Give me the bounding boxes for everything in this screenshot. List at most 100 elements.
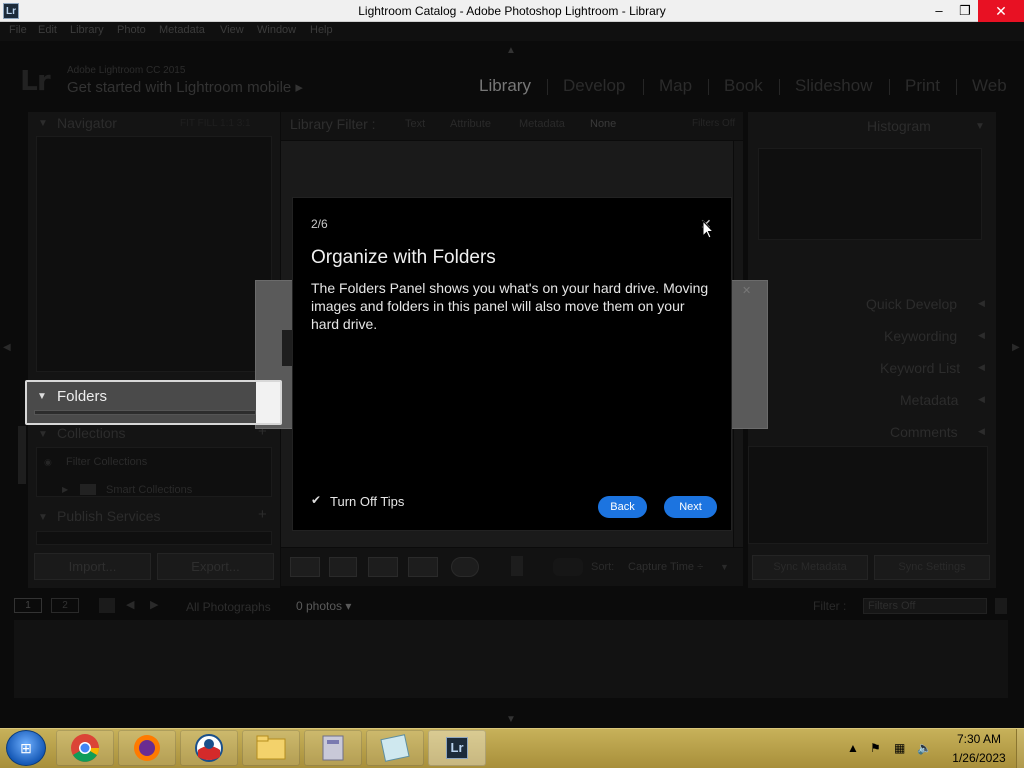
filters-off-toggle[interactable]: Filters Off — [692, 118, 735, 129]
smart-collections-item[interactable]: Smart Collections — [106, 484, 192, 496]
histogram-header[interactable]: Histogram — [867, 118, 931, 134]
menu-edit[interactable]: Edit — [38, 24, 57, 40]
right-panel-toggle-icon[interactable]: ▶ — [1012, 342, 1020, 353]
publish-services-list — [36, 531, 272, 545]
keyword-list-header[interactable]: Keyword List — [880, 360, 960, 376]
menu-view[interactable]: View — [220, 24, 244, 40]
toolbar-menu-icon[interactable]: ▼ — [720, 562, 729, 572]
filter-attribute-tab[interactable]: Attribute — [450, 118, 491, 130]
filter-none-tab[interactable]: None — [590, 118, 616, 130]
source-label[interactable]: All Photographs — [186, 600, 271, 614]
collapse-triangle-icon[interactable]: ▼ — [37, 391, 47, 402]
left-panel-toggle-icon[interactable]: ◀ — [3, 342, 11, 353]
expand-triangle-icon[interactable]: ◀ — [978, 298, 985, 309]
folders-header[interactable]: Folders — [57, 388, 107, 405]
expand-triangle-icon[interactable]: ▶ — [62, 485, 68, 494]
action-center-flag-icon[interactable]: ⚑ — [870, 741, 881, 755]
menu-photo[interactable]: Photo — [117, 24, 146, 40]
expand-triangle-icon[interactable]: ◀ — [978, 394, 985, 405]
collapse-triangle-icon[interactable]: ▼ — [38, 512, 48, 523]
people-view-icon[interactable] — [451, 557, 479, 577]
sort-select[interactable]: Capture Time ÷ — [628, 561, 703, 573]
menu-help[interactable]: Help — [310, 24, 333, 40]
window-title: Lightroom Catalog - Adobe Photoshop Ligh… — [358, 4, 666, 18]
menu-window[interactable]: Window — [257, 24, 296, 40]
mobile-promo-link[interactable]: Get started with Lightroom mobile ▸ — [67, 78, 303, 96]
module-map[interactable]: Map — [659, 76, 692, 96]
menu-library[interactable]: Library — [70, 24, 104, 40]
filter-collections-input[interactable]: Filter Collections — [66, 456, 147, 468]
filter-select[interactable]: Filters Off — [863, 598, 987, 614]
smart-collection-folder-icon — [80, 484, 96, 495]
windows-logo-icon: ⊞ — [20, 740, 32, 756]
sync-settings-button[interactable]: Sync Settings — [874, 555, 990, 580]
lightroom-taskbar-item[interactable]: Lr — [428, 730, 486, 766]
module-library[interactable]: Library — [479, 76, 531, 96]
collapse-triangle-icon[interactable]: ▼ — [38, 118, 48, 129]
grid-view-icon[interactable] — [290, 557, 320, 577]
clock-time[interactable]: 7:30 AM — [944, 732, 1014, 746]
sort-direction-icon[interactable] — [553, 558, 583, 576]
keywording-header[interactable]: Keywording — [884, 328, 957, 344]
photo-count[interactable]: 0 photos ▾ — [296, 599, 351, 613]
clock-date[interactable]: 1/26/2023 — [944, 751, 1014, 765]
second-window-button[interactable]: 2 — [51, 598, 79, 613]
module-develop[interactable]: Develop — [563, 76, 625, 96]
folders-highlight-edge — [256, 382, 280, 423]
expand-triangle-icon[interactable]: ◀ — [978, 426, 985, 437]
chrome-taskbar-item[interactable] — [56, 730, 114, 766]
quick-develop-header[interactable]: Quick Develop — [866, 296, 957, 312]
collapse-triangle-icon[interactable]: ▼ — [975, 121, 985, 132]
sort-label: Sort: — [591, 561, 615, 573]
turn-off-tips-label[interactable]: Turn Off Tips — [330, 494, 404, 509]
left-panel-scrollbar[interactable] — [18, 426, 26, 484]
loupe-view-icon[interactable] — [329, 557, 357, 577]
navigator-header[interactable]: Navigator — [57, 115, 117, 131]
tip-back-button[interactable]: Back — [598, 496, 647, 518]
turn-off-tips-checkbox[interactable]: ✔ — [311, 494, 323, 506]
menu-file[interactable]: File — [9, 24, 27, 40]
obama-logo-taskbar-item[interactable] — [180, 730, 238, 766]
module-slideshow[interactable]: Slideshow — [795, 76, 873, 96]
filter-metadata-tab[interactable]: Metadata — [519, 118, 565, 130]
filter-text-tab[interactable]: Text — [405, 118, 425, 130]
module-separator — [547, 79, 548, 95]
add-publish-service-icon[interactable]: + — [258, 506, 267, 523]
notepad-taskbar-item[interactable] — [366, 730, 424, 766]
collections-header[interactable]: Collections — [57, 425, 125, 441]
module-book[interactable]: Book — [724, 76, 763, 96]
publish-services-header[interactable]: Publish Services — [57, 508, 161, 524]
show-desktop-button[interactable] — [1016, 729, 1024, 768]
painter-icon[interactable] — [511, 556, 523, 576]
filter-lock-icon[interactable] — [995, 598, 1007, 614]
bottom-panel-toggle-icon[interactable]: ▼ — [506, 714, 516, 725]
main-window-button[interactable]: 1 — [14, 598, 42, 613]
grid-shortcut-icon[interactable] — [99, 598, 115, 613]
navigator-zoom-options[interactable]: FIT FILL 1:1 3:1 — [180, 118, 251, 129]
show-hidden-icons[interactable]: ▲ — [847, 741, 859, 755]
expand-triangle-icon[interactable]: ◀ — [978, 330, 985, 341]
firefox-taskbar-item[interactable] — [118, 730, 176, 766]
metadata-header[interactable]: Metadata — [900, 392, 958, 408]
top-panel-toggle-icon[interactable]: ▲ — [506, 45, 516, 56]
expand-triangle-icon[interactable]: ◀ — [978, 362, 985, 373]
survey-view-icon[interactable] — [408, 557, 438, 577]
export-button[interactable]: Export... — [157, 553, 274, 580]
network-icon[interactable]: ▦ — [894, 741, 905, 755]
menu-metadata[interactable]: Metadata — [159, 24, 205, 40]
collapse-triangle-icon[interactable]: ▼ — [38, 429, 48, 440]
forward-arrow-icon[interactable]: ▶ — [150, 598, 158, 611]
module-web[interactable]: Web — [972, 76, 1007, 96]
module-print[interactable]: Print — [905, 76, 940, 96]
explorer-taskbar-item[interactable] — [242, 730, 300, 766]
archive-taskbar-item[interactable] — [304, 730, 362, 766]
import-button[interactable]: Import... — [34, 553, 151, 580]
back-arrow-icon[interactable]: ◀ — [126, 598, 134, 611]
sync-metadata-button[interactable]: Sync Metadata — [752, 555, 868, 580]
close-window-button[interactable]: ✕ — [978, 0, 1024, 22]
restore-button[interactable]: ❐ — [950, 0, 980, 22]
compare-view-icon[interactable] — [368, 557, 398, 577]
comments-header[interactable]: Comments — [890, 424, 958, 440]
tip-next-button[interactable]: Next — [664, 496, 717, 518]
volume-icon[interactable]: 🔈 — [917, 741, 932, 755]
